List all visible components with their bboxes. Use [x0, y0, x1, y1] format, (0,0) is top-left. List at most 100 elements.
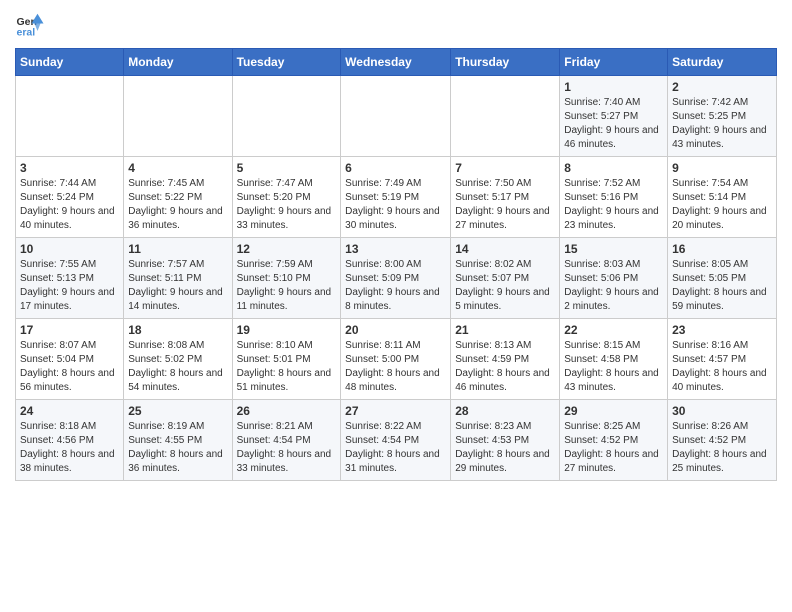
calendar-cell: 26 Sunrise: 8:21 AM Sunset: 4:54 PM Dayli… [232, 400, 341, 481]
day-info: Sunrise: 8:10 AM Sunset: 5:01 PM Dayligh… [237, 339, 337, 395]
day-info: Sunrise: 8:19 AM Sunset: 4:55 PM Dayligh… [128, 420, 227, 476]
day-number: 28 [455, 404, 555, 418]
day-info: Sunrise: 7:40 AM Sunset: 5:27 PM Dayligh… [564, 96, 663, 152]
calendar-cell: 20 Sunrise: 8:11 AM Sunset: 5:00 PM Dayli… [341, 319, 451, 400]
week-row-2: 3Sunrise: 7:44 AM Sunset: 5:24 PM Daylig… [16, 157, 777, 238]
calendar-cell: 3Sunrise: 7:44 AM Sunset: 5:24 PM Daylig… [16, 157, 124, 238]
day-header-saturday: Saturday [668, 49, 777, 76]
day-number: 16 [672, 242, 772, 256]
calendar-cell: 2Sunrise: 7:42 AM Sunset: 5:25 PM Daylig… [668, 76, 777, 157]
day-number: 25 [128, 404, 227, 418]
day-number: 15 [564, 242, 663, 256]
day-header-sunday: Sunday [16, 49, 124, 76]
day-info: Sunrise: 8:08 AM Sunset: 5:02 PM Dayligh… [128, 339, 227, 395]
calendar-cell [341, 76, 451, 157]
day-info: Sunrise: 7:54 AM Sunset: 5:14 PM Dayligh… [672, 177, 772, 233]
calendar-cell: 10 Sunrise: 7:55 AM Sunset: 5:13 PM Dayli… [16, 238, 124, 319]
calendar-cell: 27 Sunrise: 8:22 AM Sunset: 4:54 PM Dayli… [341, 400, 451, 481]
day-number: 17 [20, 323, 119, 337]
calendar-header-row: SundayMondayTuesdayWednesdayThursdayFrid… [16, 49, 777, 76]
day-number: 19 [237, 323, 337, 337]
calendar-cell: 14 Sunrise: 8:02 AM Sunset: 5:07 PM Dayli… [451, 238, 560, 319]
calendar-cell: 12Sunrise: 7:59 AM Sunset: 5:10 PM Dayli… [232, 238, 341, 319]
day-info: Sunrise: 7:52 AM Sunset: 5:16 PM Dayligh… [564, 177, 663, 233]
calendar-cell: 11 Sunrise: 7:57 AM Sunset: 5:11 PM Dayli… [124, 238, 232, 319]
calendar-cell: 8 Sunrise: 7:52 AM Sunset: 5:16 PM Daylig… [560, 157, 668, 238]
calendar-cell: 19 Sunrise: 8:10 AM Sunset: 5:01 PM Dayli… [232, 319, 341, 400]
calendar-cell: 21 Sunrise: 8:13 AM Sunset: 4:59 PM Dayli… [451, 319, 560, 400]
day-number: 10 [20, 242, 119, 256]
day-number: 8 [564, 161, 663, 175]
day-info: Sunrise: 7:49 AM Sunset: 5:19 PM Dayligh… [345, 177, 446, 233]
day-info: Sunrise: 7:42 AM Sunset: 5:25 PM Dayligh… [672, 96, 772, 152]
day-number: 11 [128, 242, 227, 256]
week-row-1: 1 Sunrise: 7:40 AM Sunset: 5:27 PM Daylig… [16, 76, 777, 157]
calendar-cell: 1 Sunrise: 7:40 AM Sunset: 5:27 PM Daylig… [560, 76, 668, 157]
day-info: Sunrise: 7:44 AM Sunset: 5:24 PM Dayligh… [20, 177, 119, 233]
day-header-thursday: Thursday [451, 49, 560, 76]
svg-text:eral: eral [17, 27, 36, 39]
day-number: 26 [237, 404, 337, 418]
calendar-cell [232, 76, 341, 157]
day-info: Sunrise: 8:25 AM Sunset: 4:52 PM Dayligh… [564, 420, 663, 476]
calendar-cell: 17 Sunrise: 8:07 AM Sunset: 5:04 PM Dayli… [16, 319, 124, 400]
day-info: Sunrise: 7:59 AM Sunset: 5:10 PM Dayligh… [237, 258, 337, 314]
day-number: 27 [345, 404, 446, 418]
calendar-cell: 6Sunrise: 7:49 AM Sunset: 5:19 PM Daylig… [341, 157, 451, 238]
day-number: 5 [237, 161, 337, 175]
day-info: Sunrise: 8:02 AM Sunset: 5:07 PM Dayligh… [455, 258, 555, 314]
calendar-cell: 16 Sunrise: 8:05 AM Sunset: 5:05 PM Dayli… [668, 238, 777, 319]
day-info: Sunrise: 8:21 AM Sunset: 4:54 PM Dayligh… [237, 420, 337, 476]
day-number: 9 [672, 161, 772, 175]
day-info: Sunrise: 8:23 AM Sunset: 4:53 PM Dayligh… [455, 420, 555, 476]
day-info: Sunrise: 7:50 AM Sunset: 5:17 PM Dayligh… [455, 177, 555, 233]
day-number: 22 [564, 323, 663, 337]
day-info: Sunrise: 8:00 AM Sunset: 5:09 PM Dayligh… [345, 258, 446, 314]
day-number: 21 [455, 323, 555, 337]
calendar-cell: 28 Sunrise: 8:23 AM Sunset: 4:53 PM Dayli… [451, 400, 560, 481]
logo-icon: Gen eral [15, 10, 45, 40]
day-number: 20 [345, 323, 446, 337]
logo: Gen eral [15, 10, 49, 40]
day-number: 14 [455, 242, 555, 256]
day-info: Sunrise: 7:47 AM Sunset: 5:20 PM Dayligh… [237, 177, 337, 233]
day-info: Sunrise: 8:05 AM Sunset: 5:05 PM Dayligh… [672, 258, 772, 314]
calendar-cell: 22 Sunrise: 8:15 AM Sunset: 4:58 PM Dayli… [560, 319, 668, 400]
day-info: Sunrise: 8:22 AM Sunset: 4:54 PM Dayligh… [345, 420, 446, 476]
calendar-cell: 24Sunrise: 8:18 AM Sunset: 4:56 PM Dayli… [16, 400, 124, 481]
calendar-cell [16, 76, 124, 157]
day-info: Sunrise: 8:18 AM Sunset: 4:56 PM Dayligh… [20, 420, 119, 476]
calendar-cell: 7 Sunrise: 7:50 AM Sunset: 5:17 PM Daylig… [451, 157, 560, 238]
day-info: Sunrise: 8:07 AM Sunset: 5:04 PM Dayligh… [20, 339, 119, 395]
day-info: Sunrise: 7:45 AM Sunset: 5:22 PM Dayligh… [128, 177, 227, 233]
day-info: Sunrise: 7:57 AM Sunset: 5:11 PM Dayligh… [128, 258, 227, 314]
week-row-4: 17 Sunrise: 8:07 AM Sunset: 5:04 PM Dayli… [16, 319, 777, 400]
calendar-cell: 23Sunrise: 8:16 AM Sunset: 4:57 PM Dayli… [668, 319, 777, 400]
calendar-cell: 15Sunrise: 8:03 AM Sunset: 5:06 PM Dayli… [560, 238, 668, 319]
day-info: Sunrise: 7:55 AM Sunset: 5:13 PM Dayligh… [20, 258, 119, 314]
day-number: 13 [345, 242, 446, 256]
calendar-cell [124, 76, 232, 157]
day-number: 4 [128, 161, 227, 175]
day-number: 29 [564, 404, 663, 418]
calendar-cell: 25 Sunrise: 8:19 AM Sunset: 4:55 PM Dayli… [124, 400, 232, 481]
calendar-cell: 29 Sunrise: 8:25 AM Sunset: 4:52 PM Dayli… [560, 400, 668, 481]
header: Gen eral [15, 10, 777, 40]
day-number: 30 [672, 404, 772, 418]
day-header-friday: Friday [560, 49, 668, 76]
day-info: Sunrise: 8:11 AM Sunset: 5:00 PM Dayligh… [345, 339, 446, 395]
calendar-cell: 18 Sunrise: 8:08 AM Sunset: 5:02 PM Dayli… [124, 319, 232, 400]
day-info: Sunrise: 8:15 AM Sunset: 4:58 PM Dayligh… [564, 339, 663, 395]
day-info: Sunrise: 8:13 AM Sunset: 4:59 PM Dayligh… [455, 339, 555, 395]
day-number: 1 [564, 80, 663, 94]
calendar-cell: 5 Sunrise: 7:47 AM Sunset: 5:20 PM Daylig… [232, 157, 341, 238]
day-header-tuesday: Tuesday [232, 49, 341, 76]
calendar-cell: 13 Sunrise: 8:00 AM Sunset: 5:09 PM Dayli… [341, 238, 451, 319]
week-row-3: 10 Sunrise: 7:55 AM Sunset: 5:13 PM Dayli… [16, 238, 777, 319]
day-info: Sunrise: 8:26 AM Sunset: 4:52 PM Dayligh… [672, 420, 772, 476]
calendar-cell: 4 Sunrise: 7:45 AM Sunset: 5:22 PM Daylig… [124, 157, 232, 238]
day-header-monday: Monday [124, 49, 232, 76]
day-number: 18 [128, 323, 227, 337]
calendar-cell: 9 Sunrise: 7:54 AM Sunset: 5:14 PM Daylig… [668, 157, 777, 238]
day-number: 7 [455, 161, 555, 175]
